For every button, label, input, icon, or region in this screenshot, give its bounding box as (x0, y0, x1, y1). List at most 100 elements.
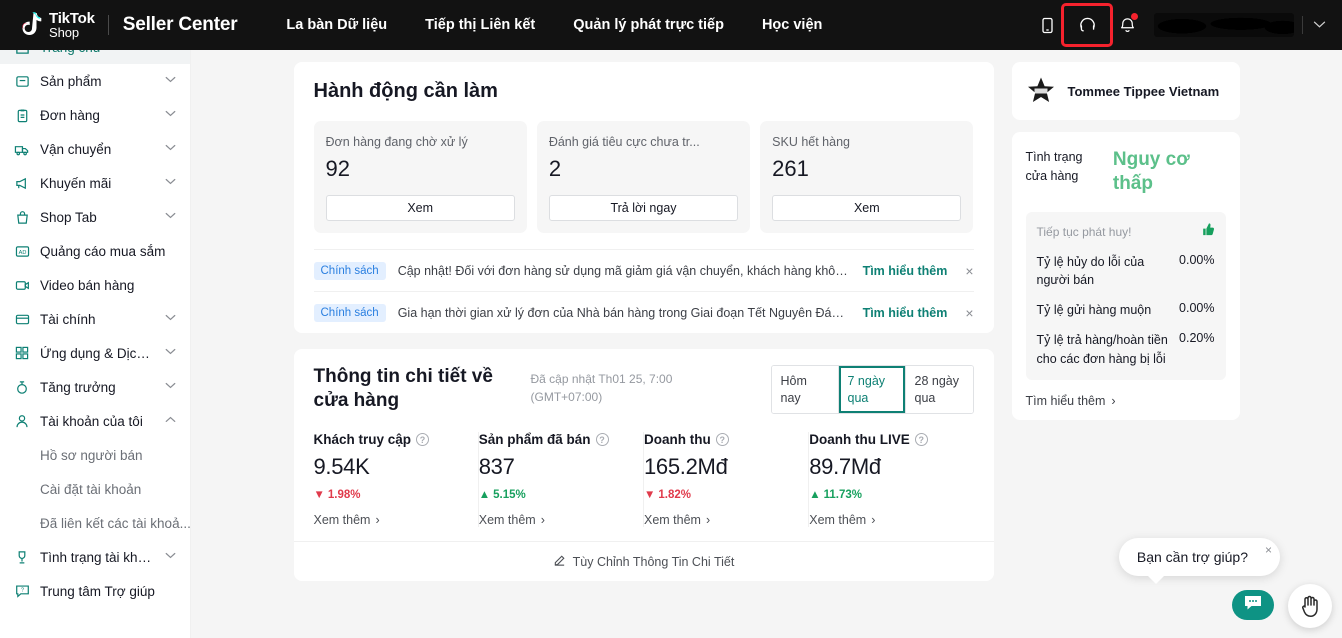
svg-text:AD: AD (18, 249, 26, 255)
metric-view-more-link[interactable]: Xem thêm › (479, 513, 629, 527)
sidebar-item-account-health[interactable]: Tình trạng tài khoản (0, 540, 190, 574)
nav-link-data-compass[interactable]: La bàn Dữ liệu (267, 17, 406, 33)
tiktok-shop-wordmark: TikTok Shop (49, 10, 95, 39)
sidebar-item-products[interactable]: Sản phẩm (0, 64, 190, 98)
chevron-down-icon (165, 76, 176, 86)
sidebar-item-label: Video bán hàng (40, 277, 135, 293)
sidebar-item-growth[interactable]: Tăng trưởng (0, 370, 190, 404)
status-badge: Chính sách (313, 261, 386, 280)
nav-link-live-management[interactable]: Quản lý phát trực tiếp (554, 17, 743, 33)
arrow-up-icon: ▲ (478, 489, 491, 501)
metric-products-sold: Sản phẩm đã bán ? 837 ▲ 5.15% Xem thêm › (479, 432, 644, 527)
help-tooltip-icon[interactable]: ? (595, 433, 609, 446)
tab-last-28-days[interactable]: 28 ngày qua (905, 366, 973, 413)
hand-cursor-icon (1288, 584, 1332, 628)
metric-value: 165.2Mđ (644, 454, 728, 479)
sidebar-item-promotions[interactable]: Khuyến mãi (0, 166, 190, 200)
notice-learn-more-link[interactable]: Tìm hiểu thêm (863, 306, 948, 320)
action-cards-grid: Đơn hàng đang chờ xử lý 92 Xem Đánh giá … (313, 121, 974, 233)
tiktok-shop-logo[interactable]: TikTok Shop (16, 10, 95, 39)
help-tooltip-icon[interactable]: ? (914, 433, 928, 446)
metric-value: 89.7Mđ (809, 454, 881, 479)
sidebar-item-label: Trung tâm Trợ giúp (40, 583, 155, 599)
account-name-redacted (1154, 13, 1294, 37)
growth-icon (14, 379, 30, 395)
trophy-icon (14, 549, 30, 565)
shop-identity-card: Tommee Tippee Vietnam (1011, 62, 1240, 120)
metric-view-more-link[interactable]: Xem thêm › (809, 513, 959, 527)
health-status-row: Tình trạng cửa hàng Nguy cơ thấp (1026, 148, 1226, 196)
metric-visitors: Khách truy cập ? 9.54K ▼ 1.98% Xem thêm … (314, 432, 479, 527)
chevron-right-icon: › (540, 513, 545, 527)
seller-center-title: Seller Center (122, 14, 238, 35)
sidebar-item-shipping[interactable]: Vận chuyển (0, 132, 190, 166)
notice-learn-more-link[interactable]: Tìm hiểu thêm (863, 264, 948, 278)
phone-icon[interactable] (1030, 8, 1064, 42)
sidebar-item-orders[interactable]: Đơn hàng (0, 98, 190, 132)
home-icon (14, 50, 30, 55)
chat-launcher-button[interactable] (1232, 590, 1274, 620)
tab-last-7-days[interactable]: 7 ngày qua (838, 366, 906, 413)
view-pending-orders-button[interactable]: Xem (325, 195, 515, 221)
sidebar-item-finance[interactable]: Tài chính (0, 302, 190, 336)
sidebar-item-apps-services[interactable]: Ứng dụng & Dịch vụ (0, 336, 190, 370)
view-out-of-stock-button[interactable]: Xem (772, 195, 962, 221)
sidebar-item-help-center[interactable]: ? Trung tâm Trợ giúp (0, 574, 190, 608)
health-metric-row: Tỷ lệ trả hàng/hoàn tiền cho các đơn hàn… (1037, 331, 1215, 369)
bell-icon[interactable] (1110, 8, 1144, 42)
metric-revenue: Doanh thu ? 165.2Mđ ▼ 1.82% Xem thêm › (644, 432, 810, 527)
metric-change: ▲ 11.73% (809, 489, 959, 501)
metric-label-row: Khách truy cập ? (314, 432, 464, 447)
bag-icon (14, 209, 30, 225)
chat-icon (1243, 594, 1263, 617)
metric-view-more-link[interactable]: Xem thêm › (314, 513, 464, 527)
health-metric-row: Tỷ lệ gửi hàng muộn 0.00% (1037, 301, 1215, 320)
metric-view-more-link[interactable]: Xem thêm › (644, 513, 794, 527)
video-icon (14, 277, 30, 293)
actions-panel: Hành động cần làm Đơn hàng đang chờ xử l… (293, 62, 994, 333)
reply-now-button[interactable]: Trả lời ngay (548, 195, 739, 221)
sidebar-subitem-account-settings[interactable]: Cài đặt tài khoản (0, 472, 190, 506)
close-icon[interactable]: × (959, 263, 973, 279)
tab-line-1: 28 ngày (914, 373, 959, 388)
action-card-out-of-stock-sku[interactable]: SKU hết hàng 261 Xem (760, 121, 974, 233)
customize-insights-button[interactable]: Tùy Chỉnh Thông Tin Chi Tiết (293, 541, 994, 581)
action-card-pending-orders[interactable]: Đơn hàng đang chờ xử lý 92 Xem (313, 121, 527, 233)
chevron-down-icon (165, 144, 176, 154)
svg-text:?: ? (20, 588, 23, 594)
close-icon[interactable]: × (959, 305, 973, 321)
nav-link-academy[interactable]: Học viện (743, 17, 841, 33)
notice-text: Cập nhật! Đối với đơn hàng sử dụng mã gi… (397, 263, 851, 278)
tab-today[interactable]: Hôm nay (771, 366, 839, 413)
shop-name: Tommee Tippee Vietnam (1067, 83, 1220, 99)
sidebar-item-home[interactable]: Trang chủ (0, 50, 190, 64)
sidebar-item-label: Shop Tab (40, 209, 97, 225)
health-metric-label: Tỷ lệ hủy do lỗi của người bán (1036, 254, 1145, 288)
tab-line-2: qua (847, 390, 869, 405)
health-status-label: Tình trạng cửa hàng (1025, 150, 1083, 183)
nav-right-cluster (1030, 3, 1328, 47)
sidebar-item-my-account[interactable]: Tài khoản của tôi (0, 404, 190, 438)
help-tooltip-icon[interactable]: ? (416, 433, 430, 446)
health-learn-more-link[interactable]: Tìm hiểu thêm › (1026, 394, 1226, 408)
nav-link-affiliate-marketing[interactable]: Tiếp thị Liên kết (406, 17, 554, 33)
action-card-label: Đánh giá tiêu cực chưa tr... (548, 135, 700, 149)
action-card-negative-reviews[interactable]: Đánh giá tiêu cực chưa tr... 2 Trả lời n… (536, 121, 751, 233)
chevron-up-icon (165, 416, 176, 426)
tab-line-1: 7 ngày (847, 373, 886, 388)
help-tooltip-icon[interactable]: ? (715, 433, 729, 446)
close-icon[interactable]: × (1265, 543, 1272, 557)
metrics-row: Khách truy cập ? 9.54K ▼ 1.98% Xem thêm … (314, 432, 974, 527)
sidebar-scroll-area: Trang chủ Sản phẩm Đơn hàn (0, 50, 190, 618)
sidebar-item-shop-tab[interactable]: Shop Tab (0, 200, 190, 234)
thumbs-up-icon (1200, 222, 1215, 242)
sidebar-subitem-seller-profile[interactable]: Hồ sơ người bán (0, 438, 190, 472)
chevron-down-icon[interactable] (1313, 16, 1326, 34)
finance-icon (14, 311, 30, 327)
sidebar-subitem-linked-accounts[interactable]: Đã liên kết các tài khoả... (0, 506, 190, 540)
learn-more-label: Tìm hiểu thêm (1025, 394, 1106, 409)
apps-icon (14, 345, 30, 361)
headset-icon[interactable] (1061, 3, 1113, 47)
sidebar-item-shoppable-video[interactable]: Video bán hàng (0, 268, 190, 302)
sidebar-item-shopping-ads[interactable]: AD Quảng cáo mua sắm (0, 234, 190, 268)
